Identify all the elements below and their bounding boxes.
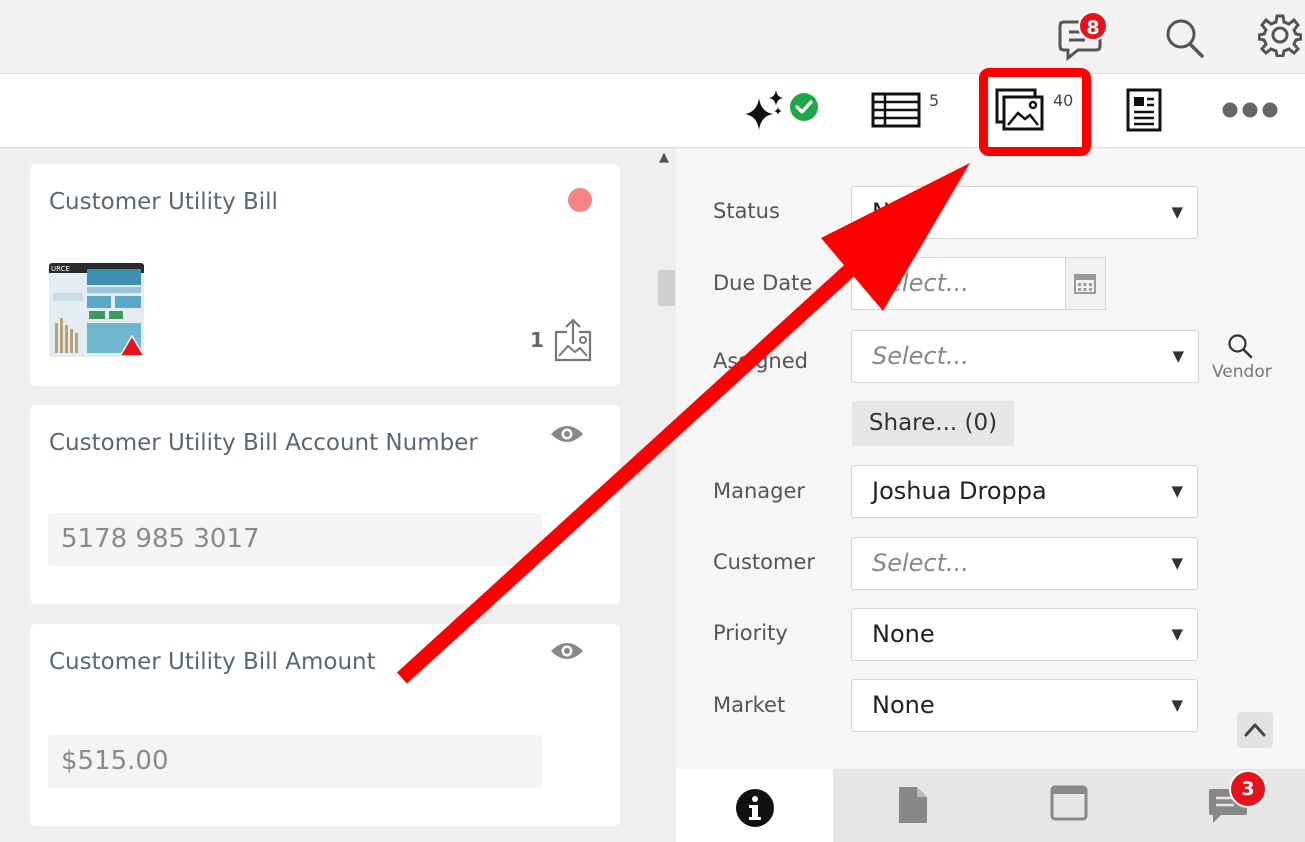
card-utility-bill: Customer Utility Bill URCE 1 — [30, 164, 620, 386]
sparkles-icon[interactable] — [743, 88, 788, 133]
status-value: N — [872, 198, 890, 226]
chevron-down-icon: ▼ — [1171, 203, 1183, 221]
eye-icon[interactable] — [550, 423, 584, 445]
svg-text:URCE: URCE — [51, 265, 70, 273]
bottom-tab-bar — [676, 769, 1305, 842]
comments-badge: 3 — [1229, 770, 1267, 808]
chevron-down-icon: ▼ — [1171, 482, 1183, 500]
search-icon[interactable] — [1164, 17, 1206, 59]
card-title: Customer Utility Bill Account Number — [49, 430, 478, 456]
attachment-count: 1 — [530, 328, 544, 352]
scrollbar-thumb[interactable] — [658, 270, 675, 306]
window-icon — [1050, 785, 1088, 821]
due-date-placeholder: Select... — [872, 269, 969, 297]
calendar-button[interactable] — [1066, 257, 1106, 310]
card-title: Customer Utility Bill — [49, 189, 278, 215]
assigned-label: Assigned — [713, 349, 808, 373]
calendar-icon — [1074, 274, 1096, 294]
highlight-frame — [979, 68, 1091, 156]
assigned-select[interactable]: Select... ▼ — [851, 330, 1199, 383]
vendor-search-icon[interactable] — [1227, 333, 1253, 359]
toolbar: 5 40 — [0, 74, 1305, 148]
tab-info[interactable] — [676, 769, 833, 842]
scroll-to-top-button[interactable] — [1237, 712, 1273, 748]
account-number-field[interactable]: 5178 985 3017 — [48, 513, 542, 566]
card-account-number: Customer Utility Bill Account Number 517… — [30, 405, 620, 604]
share-button[interactable]: Share... (0) — [852, 401, 1014, 446]
chevron-down-icon: ▼ — [1172, 347, 1184, 365]
tab-comments[interactable] — [1147, 769, 1304, 842]
customer-label: Customer — [713, 550, 816, 574]
top-bar: 8 — [0, 0, 1305, 74]
priority-select[interactable]: None ▼ — [851, 608, 1198, 661]
status-label: Status — [713, 199, 780, 223]
upload-image-icon[interactable] — [553, 318, 593, 362]
vendor-label[interactable]: Vendor — [1212, 362, 1272, 382]
market-value: None — [872, 691, 935, 719]
manager-value: Joshua Droppa — [872, 477, 1047, 505]
tab-window[interactable] — [990, 769, 1147, 842]
table-count: 5 — [929, 91, 940, 110]
customer-select[interactable]: Select... ▼ — [851, 537, 1198, 590]
bill-thumbnail[interactable]: URCE — [49, 263, 144, 357]
market-label: Market — [713, 693, 786, 717]
due-date-input[interactable]: Select... — [851, 257, 1066, 310]
status-dot — [568, 188, 592, 212]
due-date-label: Due Date — [713, 271, 813, 295]
file-icon — [899, 787, 927, 823]
manager-select[interactable]: Joshua Droppa ▼ — [851, 465, 1198, 518]
chevron-up-icon — [1244, 723, 1266, 737]
document-icon[interactable] — [1126, 88, 1162, 132]
status-select[interactable]: N ▼ — [851, 186, 1198, 239]
chevron-down-icon: ▼ — [1171, 625, 1183, 643]
manager-label: Manager — [713, 479, 806, 503]
check-circle-icon — [790, 93, 818, 121]
market-select[interactable]: None ▼ — [851, 679, 1198, 732]
customer-placeholder: Select... — [872, 549, 969, 577]
priority-label: Priority — [713, 621, 788, 645]
scroll-up-icon[interactable]: ▲ — [659, 150, 669, 165]
chevron-down-icon: ▼ — [1171, 696, 1183, 714]
tab-documents[interactable] — [833, 769, 990, 842]
priority-value: None — [872, 620, 935, 648]
bill-amount-field[interactable]: $515.00 — [48, 735, 542, 788]
chat-badge: 8 — [1078, 11, 1108, 41]
table-icon[interactable] — [871, 92, 921, 128]
card-bill-amount: Customer Utility Bill Amount $515.00 — [30, 624, 620, 826]
warning-icon — [119, 335, 144, 357]
field-cards-pane: Customer Utility Bill URCE 1 Customer Ut… — [0, 148, 676, 842]
assigned-placeholder: Select... — [872, 342, 969, 370]
more-icon[interactable] — [1220, 100, 1280, 120]
info-icon — [736, 789, 774, 827]
eye-icon[interactable] — [550, 640, 584, 662]
gear-icon[interactable] — [1258, 13, 1302, 57]
chevron-down-icon: ▼ — [1171, 554, 1183, 572]
card-title: Customer Utility Bill Amount — [49, 649, 376, 675]
